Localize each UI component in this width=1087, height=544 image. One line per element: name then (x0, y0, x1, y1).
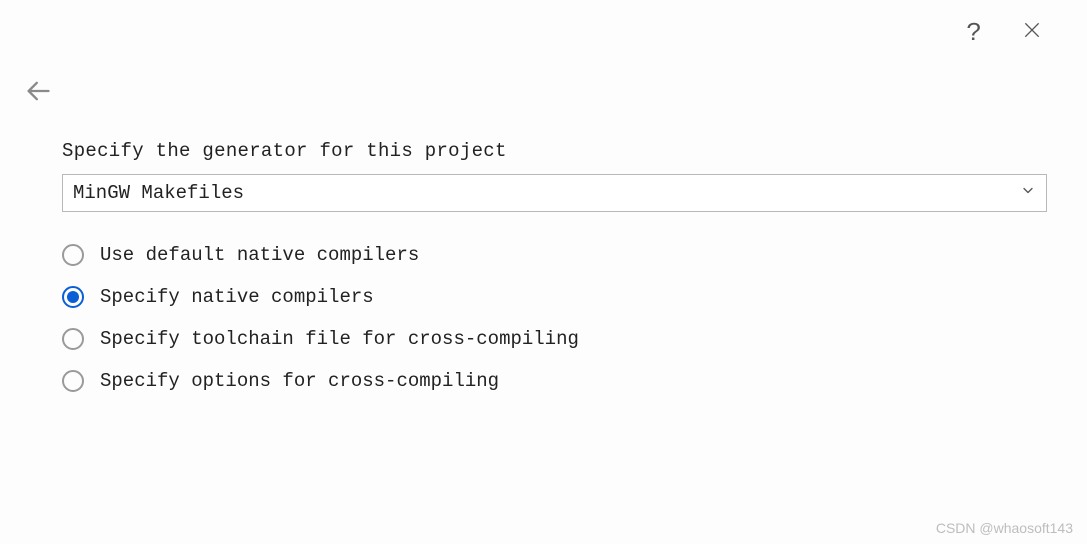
back-button[interactable] (20, 75, 56, 111)
radio-label: Specify options for cross-compiling (100, 370, 499, 392)
radio-default-native[interactable]: Use default native compilers (62, 244, 1047, 266)
radio-icon (62, 370, 84, 392)
dialog-content: Specify the generator for this project M… (62, 140, 1047, 392)
radio-label: Specify toolchain file for cross-compili… (100, 328, 579, 350)
watermark: CSDN @whaosoft143 (936, 520, 1073, 536)
compiler-radio-group: Use default native compilers Specify nat… (62, 244, 1047, 392)
dialog-window: ? Specify the generator for this project… (0, 0, 1087, 544)
arrow-left-icon (24, 77, 52, 110)
radio-icon (62, 286, 84, 308)
radio-icon (62, 244, 84, 266)
radio-specify-native[interactable]: Specify native compilers (62, 286, 1047, 308)
generator-prompt-label: Specify the generator for this project (62, 140, 1047, 162)
radio-label: Use default native compilers (100, 244, 419, 266)
radio-icon (62, 328, 84, 350)
close-button[interactable] (1017, 18, 1047, 48)
radio-toolchain-file[interactable]: Specify toolchain file for cross-compili… (62, 328, 1047, 350)
help-icon: ? (966, 18, 982, 48)
titlebar: ? (959, 0, 1087, 48)
close-icon (1022, 18, 1042, 48)
generator-value: MinGW Makefiles (73, 182, 244, 204)
radio-label: Specify native compilers (100, 286, 374, 308)
generator-combobox[interactable]: MinGW Makefiles (62, 174, 1047, 212)
chevron-down-icon (1020, 183, 1036, 204)
help-button[interactable]: ? (959, 18, 989, 48)
radio-cross-options[interactable]: Specify options for cross-compiling (62, 370, 1047, 392)
